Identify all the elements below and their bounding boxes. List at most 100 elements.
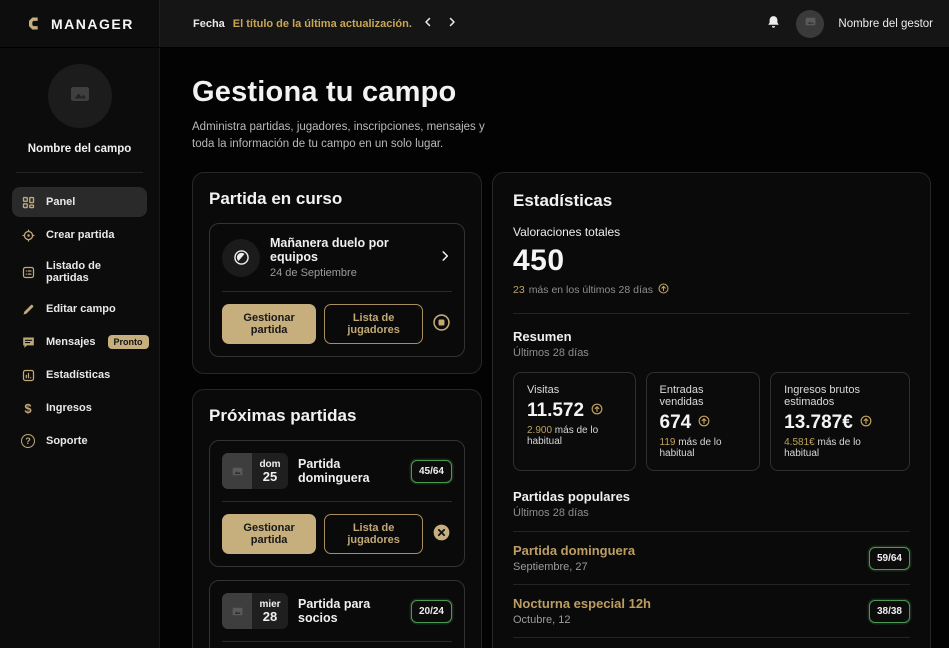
upcoming-matches-title: Próximas partidas [209,406,465,426]
notifications-button[interactable] [765,14,782,34]
open-match-button[interactable] [438,249,452,266]
sidebar-item-estadisticas[interactable]: Estadísticas [12,360,147,390]
last-update-title: El título de la última actualización. [233,18,412,30]
manage-match-button[interactable]: Gestionar partida [222,514,316,554]
chevron-right-icon [446,16,458,31]
player-list-button[interactable]: Lista de jugadores [324,514,423,554]
sidebar-item-editar-campo[interactable]: Editar campo [12,294,147,324]
upcoming-match-item: dom 25 Partida dominguera 45/64 Gestiona… [209,440,465,567]
popular-match-name: Partida dominguera [513,543,635,558]
chevron-right-icon [438,249,452,266]
popular-match-info: Partida dominguera Septiembre, 27 [513,543,635,573]
image-placeholder-icon [222,593,252,629]
popular-match-date: Septiembre, 27 [513,561,635,573]
x-circle-icon [431,522,452,546]
stop-match-button[interactable] [431,312,452,336]
help-icon: ? [20,433,36,449]
field-avatar[interactable] [48,64,112,128]
pronto-badge: Pronto [108,335,149,349]
sidebar-item-label: Mensajes [46,336,96,348]
current-match-info: Mañanera duelo por equipos 24 de Septiem… [270,236,428,279]
sidebar-divider [16,172,143,173]
manager-avatar[interactable] [796,10,824,38]
ratings-delta: 23 más en los últimos 28 días [513,282,910,298]
sidebar-item-label: Ingresos [46,402,92,414]
sidebar-item-ingresos[interactable]: $ Ingresos [12,393,147,423]
image-placeholder-icon [804,15,817,33]
stat-delta: 2.900 más de lo habitual [527,425,622,447]
ratings-delta-number: 23 [513,284,525,296]
stat-box-visitas: Visitas 11.572 2.900 más de lo habitual [513,372,636,471]
current-match-item: Mañanera duelo por equipos 24 de Septiem… [209,223,465,357]
divider [222,291,452,292]
popular-period: Últimos 28 días [513,507,910,519]
contrast-icon [222,239,260,277]
sidebar-item-panel[interactable]: Panel [12,187,147,217]
ratings-delta-text: más en los últimos 28 días [529,284,653,296]
manager-logo-icon [27,16,43,32]
sidebar-item-label: Estadísticas [46,369,110,381]
ratings-label: Valoraciones totales [513,225,910,239]
popular-match-row[interactable]: Nocturna especial 12h Octubre, 12 38/38 [513,585,910,637]
prev-arrow-button[interactable] [420,14,436,33]
brand: MANAGER [0,0,160,47]
brand-name: MANAGER [51,16,134,32]
image-placeholder-icon [222,453,252,489]
sidebar-menu: Panel Crear partida Listado de partidas … [0,183,159,460]
sidebar-item-mensajes[interactable]: Mensajes Pronto [12,327,147,357]
app-window: MANAGER Fecha El título de la última act… [0,0,949,648]
popular-title: Partidas populares [513,489,910,504]
stat-value: 11.572 [527,400,584,422]
page-subtitle: Administra partidas, jugadores, inscripc… [192,119,492,152]
manage-match-button[interactable]: Gestionar partida [222,304,316,344]
capacity-badge: 59/64 [869,547,910,570]
sidebar-item-label: Listado de partidas [46,260,139,284]
view-statistics-link[interactable]: Ver estadísticas [513,638,910,648]
popular-match-name: Nocturna especial 12h [513,596,651,611]
next-arrow-button[interactable] [444,14,460,33]
pencil-icon [20,301,36,317]
sidebar-item-label: Panel [46,196,75,208]
sidebar-item-listado-de-partidas[interactable]: Listado de partidas [12,253,147,291]
page-title: Gestiona tu campo [192,76,931,109]
summary-title: Resumen [513,329,910,344]
stat-label: Ingresos brutos estimados [784,384,896,408]
sidebar-item-soporte[interactable]: ? Soporte [12,426,147,456]
current-match-card: Partida en curso Mañanera duelo por equi… [192,172,482,374]
message-icon [20,334,36,350]
match-day-number: 28 [263,610,277,624]
match-name: Partida dominguera [298,457,401,485]
trend-up-icon [657,282,670,298]
stat-box-ingresos: Ingresos brutos estimados 13.787€ 4.581€… [770,372,910,471]
sidebar-item-label: Soporte [46,435,88,447]
stat-delta: 119 más de lo habitual [660,437,747,459]
player-list-button[interactable]: Lista de jugadores [324,304,423,344]
dollar-icon: $ [20,400,36,416]
ratings-value: 450 [513,244,910,278]
upcoming-matches-card: Próximas partidas dom 25 [192,389,482,648]
statistics-title: Estadísticas [513,191,910,211]
upcoming-match-item: mier 28 Partida para socios 20/24 Gestio… [209,580,465,648]
stop-circle-icon [431,312,452,336]
statistics-card: Estadísticas Valoraciones totales 450 23… [492,172,931,648]
stat-value: 674 [660,412,692,434]
capacity-badge: 20/24 [411,600,452,623]
popular-match-date: Octubre, 12 [513,614,651,626]
manager-name: Nombre del gestor [838,18,933,30]
match-name: Partida para socios [298,597,401,625]
divider [222,641,452,642]
sidebar-item-crear-partida[interactable]: Crear partida [12,220,147,250]
topbar-center: Fecha El título de la última actualizaci… [160,0,949,47]
sidebar: Nombre del campo Panel Crear partida Lis… [0,48,160,648]
popular-match-row[interactable]: Partida dominguera Septiembre, 27 59/64 [513,532,910,584]
cancel-match-button[interactable] [431,522,452,546]
divider [222,501,452,502]
chevron-left-icon [422,16,434,31]
stat-label: Entradas vendidas [660,384,747,408]
sidebar-item-label: Editar campo [46,303,116,315]
current-match-title: Partida en curso [209,189,465,209]
field-name: Nombre del campo [0,143,159,155]
match-date-box: dom 25 [222,453,288,489]
capacity-badge: 38/38 [869,600,910,623]
image-placeholder-icon [68,82,92,111]
